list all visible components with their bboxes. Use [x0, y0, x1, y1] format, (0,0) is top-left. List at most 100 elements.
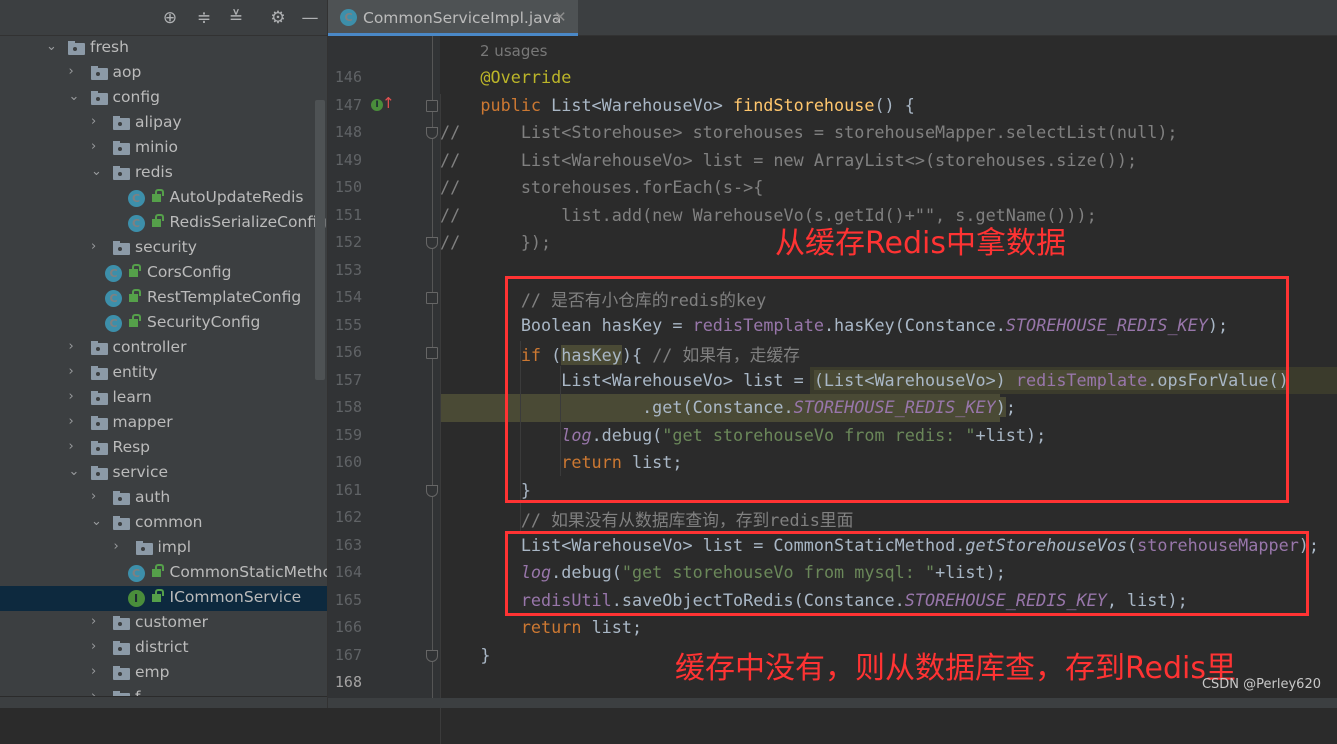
scrollbar[interactable]: [315, 100, 325, 380]
tree-item-alipay[interactable]: › alipay: [0, 111, 327, 136]
usages-hint[interactable]: 2 usages: [480, 42, 547, 60]
chevron-right-icon[interactable]: ›: [91, 614, 103, 629]
tree-item-emp[interactable]: › emp: [0, 661, 327, 686]
line-number: 153: [334, 260, 362, 279]
project-panel-header: ⊕ ≑ ≚ ⚙ —: [0, 0, 327, 36]
chevron-right-icon[interactable]: ›: [91, 689, 103, 696]
unfold-icon[interactable]: [426, 127, 438, 139]
expand-all-icon[interactable]: ≑: [194, 8, 214, 28]
tree-item-mapper[interactable]: › mapper: [0, 411, 327, 436]
tree-item-securityconfig[interactable]: C SecurityConfig: [0, 311, 327, 336]
tree-item-label: service: [112, 463, 169, 481]
tree-item-redisserializeconfig[interactable]: C RedisSerializeConfig: [0, 211, 327, 236]
chevron-right-icon[interactable]: ›: [114, 539, 126, 554]
tree-item-icommonservice[interactable]: I ICommonService: [0, 586, 327, 611]
fold-icon[interactable]: [426, 292, 438, 304]
arrow-up-icon[interactable]: ↑: [382, 94, 395, 112]
chevron-right-icon[interactable]: ›: [91, 489, 103, 504]
tree-item-security[interactable]: › security: [0, 236, 327, 261]
line-number: 165: [334, 590, 362, 609]
tree-item-entity[interactable]: › entity: [0, 361, 327, 386]
code-token: findStorehouse: [733, 94, 875, 115]
tree-item-commonstaticmethc[interactable]: C CommonStaticMethc: [0, 561, 327, 586]
chevron-down-icon[interactable]: ⌄: [69, 89, 81, 104]
tree-item-label: CommonStaticMethc: [169, 563, 328, 581]
folder-icon: [68, 41, 85, 55]
folder-icon: [113, 616, 130, 630]
chevron-right-icon[interactable]: ›: [91, 114, 103, 129]
unfold-icon[interactable]: [426, 237, 438, 249]
tree-item-resttemplateconfig[interactable]: C RestTemplateConfig: [0, 286, 327, 311]
tree-item-common[interactable]: ⌄ common: [0, 511, 327, 536]
line-number: 151: [334, 205, 362, 224]
code-line[interactable]: 147 public List<WarehouseVo> findStoreho…: [328, 92, 1337, 120]
chevron-right-icon[interactable]: ›: [69, 439, 81, 454]
chevron-down-icon[interactable]: ⌄: [91, 514, 103, 529]
folder-icon: [113, 141, 130, 155]
tree-item-redis[interactable]: ⌄ redis: [0, 161, 327, 186]
unfold-icon[interactable]: [426, 649, 438, 662]
code-token: List<WarehouseVo>: [551, 94, 733, 115]
class-icon: C: [127, 565, 145, 582]
code-line[interactable]: 148 // List<Storehouse> storehouses = sto…: [328, 119, 1337, 147]
folder-icon: [113, 516, 130, 530]
chevron-right-icon[interactable]: ›: [91, 664, 103, 679]
tree-item-impl[interactable]: › impl: [0, 536, 327, 561]
tree-item-aop[interactable]: › aop: [0, 61, 327, 86]
chevron-right-icon[interactable]: ›: [69, 64, 81, 79]
chevron-right-icon[interactable]: ›: [69, 414, 81, 429]
interface-icon: I: [127, 590, 145, 607]
code-text: // List<WarehouseVo> list = new ArrayLis…: [440, 150, 1137, 170]
chevron-down-icon[interactable]: ⌄: [69, 464, 81, 479]
tree-item-controller[interactable]: › controller: [0, 336, 327, 361]
code-line[interactable]: 149 // List<WarehouseVo> list = new Array…: [328, 147, 1337, 175]
line-number: 147: [334, 95, 362, 114]
tree-item-minio[interactable]: › minio: [0, 136, 327, 161]
tree-item-customer[interactable]: › customer: [0, 611, 327, 636]
chevron-down-icon[interactable]: ⌄: [91, 164, 103, 179]
folder-icon: [90, 416, 108, 430]
code-token: // List<WarehouseVo> list = new ArrayLis…: [440, 149, 1138, 170]
chevron-right-icon[interactable]: ›: [69, 389, 81, 404]
locate-icon[interactable]: ⊕: [160, 8, 180, 28]
chevron-down-icon[interactable]: ⌄: [46, 39, 58, 54]
code-token: // 如果没有从数据库查询，存到redis里面: [440, 510, 854, 530]
chevron-right-icon[interactable]: ›: [91, 639, 103, 654]
chevron-right-icon[interactable]: ›: [91, 139, 103, 154]
tree-item-autoupdateredis[interactable]: C AutoUpdateRedis: [0, 186, 327, 211]
code-line[interactable]: 162 // 如果没有从数据库查询，存到redis里面: [328, 504, 1337, 532]
code-editor[interactable]: 2 usages 146 @Override 147 public List<Wa…: [328, 36, 1337, 744]
tree-item-resp[interactable]: › Resp: [0, 436, 327, 461]
line-number: 162: [334, 508, 362, 526]
code-text: // List<Storehouse> storehouses = storeh…: [440, 122, 1178, 142]
folder-icon: [90, 66, 108, 80]
collapse-all-icon[interactable]: ≚: [226, 8, 246, 28]
tree-item-fresh[interactable]: ⌄ fresh: [0, 36, 327, 61]
code-line[interactable]: 166 return list;: [328, 614, 1337, 642]
hide-icon[interactable]: —: [300, 8, 320, 28]
line-number: 159: [334, 425, 362, 444]
code-line[interactable]: 146 @Override: [328, 64, 1337, 92]
tree-item-corsconfig[interactable]: C CorsConfig: [0, 261, 327, 286]
code-token: list;: [591, 617, 643, 637]
tree-item-district[interactable]: › district: [0, 636, 327, 661]
folder-icon: [113, 491, 130, 505]
gear-icon[interactable]: ⚙: [268, 8, 288, 28]
chevron-right-icon[interactable]: ›: [69, 339, 81, 354]
horizontal-scrollbar[interactable]: [0, 696, 327, 708]
tree-item-label: minio: [135, 138, 179, 156]
tree-item-auth[interactable]: › auth: [0, 486, 327, 511]
tree-item-f-[interactable]: › f...: [0, 686, 327, 696]
fold-icon[interactable]: [426, 99, 438, 112]
chevron-right-icon[interactable]: ›: [69, 364, 81, 379]
fold-icon[interactable]: [426, 347, 438, 359]
tree-item-learn[interactable]: › learn: [0, 386, 327, 411]
code-line[interactable]: 150 // storehouses.forEach(s->{: [328, 174, 1337, 202]
tree-item-config[interactable]: ⌄ config: [0, 86, 327, 111]
chevron-right-icon[interactable]: ›: [91, 239, 103, 254]
tree-item-label: redis: [135, 163, 173, 181]
close-icon[interactable]: ✕: [554, 8, 567, 26]
tree-item-service[interactable]: ⌄ service: [0, 461, 327, 486]
tab-commonserviceimpl[interactable]: C CommonServiceImpl.java ✕: [328, 0, 578, 36]
unfold-icon[interactable]: [426, 484, 438, 497]
